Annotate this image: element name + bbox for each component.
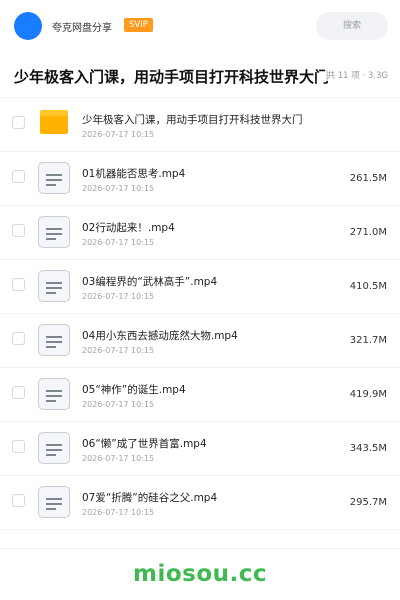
item-date: 2026-07-17 10:15 xyxy=(82,400,155,409)
item-date: 2026-07-17 10:15 xyxy=(82,184,155,193)
list-item[interactable]: 07爱“折腾”的硅谷之父.mp4 2026-07-17 10:15 295.7M xyxy=(0,476,400,530)
page-title: 少年极客入门课，用动手项目打开科技世界大门 xyxy=(14,68,330,86)
checkbox[interactable] xyxy=(12,386,25,399)
item-name: 03编程界的“武林高手”.mp4 xyxy=(82,276,218,288)
video-file-icon xyxy=(38,486,70,518)
share-owner-name: 夸克网盘分享 xyxy=(52,23,112,34)
video-file-icon xyxy=(38,378,70,410)
checkbox[interactable] xyxy=(12,494,25,507)
item-size: 271.0M xyxy=(349,227,387,238)
search-input[interactable]: 搜索 xyxy=(316,12,388,40)
item-size: 261.5M xyxy=(349,173,387,184)
footer: miosou.cc xyxy=(0,548,400,600)
item-name: 05“神作”的诞生.mp4 xyxy=(82,384,186,396)
checkbox[interactable] xyxy=(12,116,25,129)
checkbox[interactable] xyxy=(12,440,25,453)
item-date: 2026-07-17 10:15 xyxy=(82,346,155,355)
folder-icon xyxy=(38,108,70,140)
list-item[interactable]: 06“懒”成了世界首富.mp4 2026-07-17 10:15 343.5M xyxy=(0,422,400,476)
svip-badge: SVIP xyxy=(124,18,153,32)
folder-header: 少年极客入门课，用动手项目打开科技世界大门 共 11 项 · 3.3G xyxy=(0,52,400,98)
video-file-icon xyxy=(38,216,70,248)
checkbox[interactable] xyxy=(12,332,25,345)
item-size: 419.9M xyxy=(349,389,387,400)
item-name: 01机器能否思考.mp4 xyxy=(82,168,186,180)
item-name: 07爱“折腾”的硅谷之父.mp4 xyxy=(82,492,218,504)
item-name: 04用小东西去撼动庞然大物.mp4 xyxy=(82,330,238,342)
item-size: 410.5M xyxy=(349,281,387,292)
list-item[interactable]: 少年极客入门课，用动手项目打开科技世界大门 2026-07-17 10:15 xyxy=(0,98,400,152)
file-list: 少年极客入门课，用动手项目打开科技世界大门 2026-07-17 10:15 0… xyxy=(0,98,400,530)
checkbox[interactable] xyxy=(12,170,25,183)
video-file-icon xyxy=(38,324,70,356)
item-date: 2026-07-17 10:15 xyxy=(82,292,155,301)
top-bar: 夸克网盘分享 SVIP 搜索 xyxy=(0,0,400,52)
item-date: 2026-07-17 10:15 xyxy=(82,238,155,247)
checkbox[interactable] xyxy=(12,224,25,237)
watermark-logo: miosou.cc xyxy=(132,561,268,587)
list-item[interactable]: 01机器能否思考.mp4 2026-07-17 10:15 261.5M xyxy=(0,152,400,206)
item-name: 02行动起来！.mp4 xyxy=(82,222,175,234)
item-name: 06“懒”成了世界首富.mp4 xyxy=(82,438,207,450)
item-count-summary: 共 11 项 · 3.3G xyxy=(324,69,388,81)
item-size: 321.7M xyxy=(349,335,387,346)
item-size: 343.5M xyxy=(349,443,387,454)
avatar[interactable] xyxy=(14,12,42,40)
list-item[interactable]: 02行动起来！.mp4 2026-07-17 10:15 271.0M xyxy=(0,206,400,260)
item-size: 295.7M xyxy=(349,497,387,508)
item-date: 2026-07-17 10:15 xyxy=(82,508,155,517)
item-date: 2026-07-17 10:15 xyxy=(82,454,155,463)
list-item[interactable]: 03编程界的“武林高手”.mp4 2026-07-17 10:15 410.5M xyxy=(0,260,400,314)
video-file-icon xyxy=(38,162,70,194)
item-date: 2026-07-17 10:15 xyxy=(82,130,155,139)
list-item[interactable]: 05“神作”的诞生.mp4 2026-07-17 10:15 419.9M xyxy=(0,368,400,422)
video-file-icon xyxy=(38,432,70,464)
checkbox[interactable] xyxy=(12,278,25,291)
video-file-icon xyxy=(38,270,70,302)
item-name: 少年极客入门课，用动手项目打开科技世界大门 xyxy=(82,114,303,126)
list-item[interactable]: 04用小东西去撼动庞然大物.mp4 2026-07-17 10:15 321.7… xyxy=(0,314,400,368)
